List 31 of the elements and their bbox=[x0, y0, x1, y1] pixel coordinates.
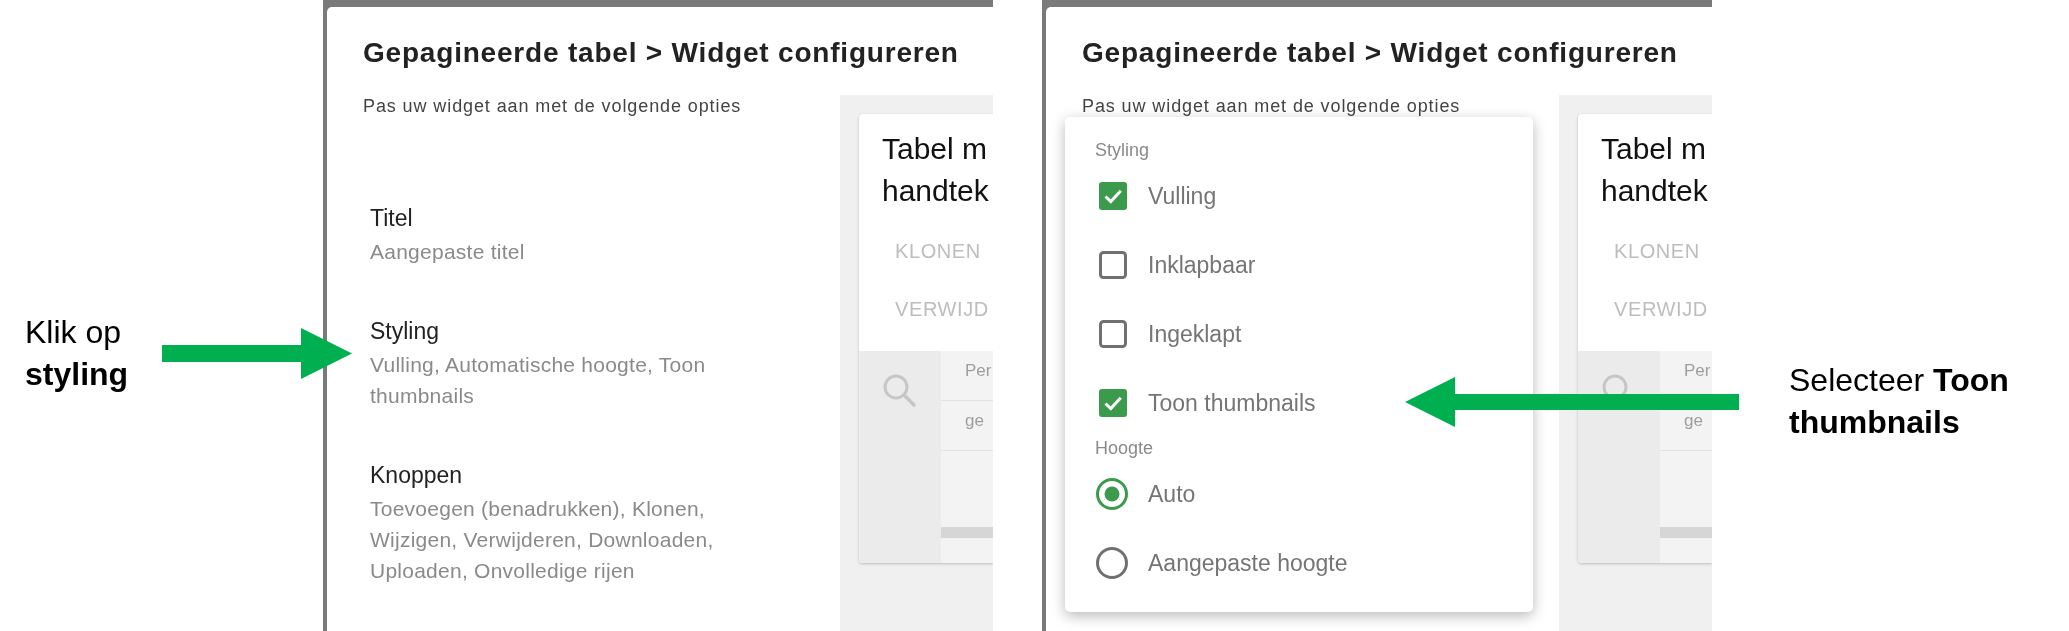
settings-item[interactable]: Styling Vulling, Automatische hoogte, Toon thumbnails bbox=[370, 317, 755, 411]
settings-item[interactable]: Knoppen Toevoegen (benadrukken), Klonen, Wijzigen, Verwijderen, Downloaden, Uploaden, Onvolledige rijen bbox=[370, 461, 755, 586]
table-cell: Per bbox=[965, 361, 992, 381]
settings-item[interactable]: Titel Aangepaste titel bbox=[370, 204, 755, 267]
table-cell: ge bbox=[1684, 411, 1703, 431]
radio-option[interactable]: Auto bbox=[1096, 477, 1196, 510]
checkbox-icon[interactable] bbox=[1099, 319, 1127, 348]
radio-option[interactable]: Aangepaste hoogte bbox=[1096, 546, 1348, 579]
group-label: Styling bbox=[1095, 139, 1150, 161]
radio-icon[interactable] bbox=[1096, 546, 1128, 579]
checkbox-icon[interactable] bbox=[1099, 181, 1127, 210]
card-title: Tabel m handtek bbox=[882, 131, 989, 209]
card-title: Tabel m handtek bbox=[1601, 131, 1708, 209]
checkbox-option[interactable]: Vulling bbox=[1099, 181, 1217, 210]
table-cell: ge bbox=[965, 411, 984, 431]
callout-text: Klik op styling bbox=[25, 313, 130, 394]
scrollbar[interactable] bbox=[1660, 527, 1712, 538]
dialog-subtitle: Pas uw widget aan met de volgende opties bbox=[1082, 97, 1461, 116]
dialog-title: Gepagineerde tabel > Widget configureren bbox=[1082, 36, 1678, 69]
scrollbar[interactable] bbox=[941, 527, 993, 538]
checkbox-option[interactable]: Inklapbaar bbox=[1099, 250, 1256, 279]
table-cell: Per bbox=[1684, 361, 1711, 381]
checkbox-option[interactable]: Toon thumbnails bbox=[1099, 388, 1316, 417]
checkbox-icon[interactable] bbox=[1099, 250, 1127, 279]
checkbox-option[interactable]: Ingeklapt bbox=[1099, 319, 1242, 348]
radio-icon[interactable] bbox=[1096, 477, 1128, 510]
callout-text: Selecteer Toon thumbnails bbox=[1789, 361, 2010, 442]
dialog-subtitle: Pas uw widget aan met de volgende opties bbox=[363, 97, 742, 116]
group-label: Hoogte bbox=[1095, 437, 1154, 459]
checkbox-icon[interactable] bbox=[1099, 388, 1127, 417]
dialog-title: Gepagineerde tabel > Widget configureren bbox=[363, 36, 959, 69]
